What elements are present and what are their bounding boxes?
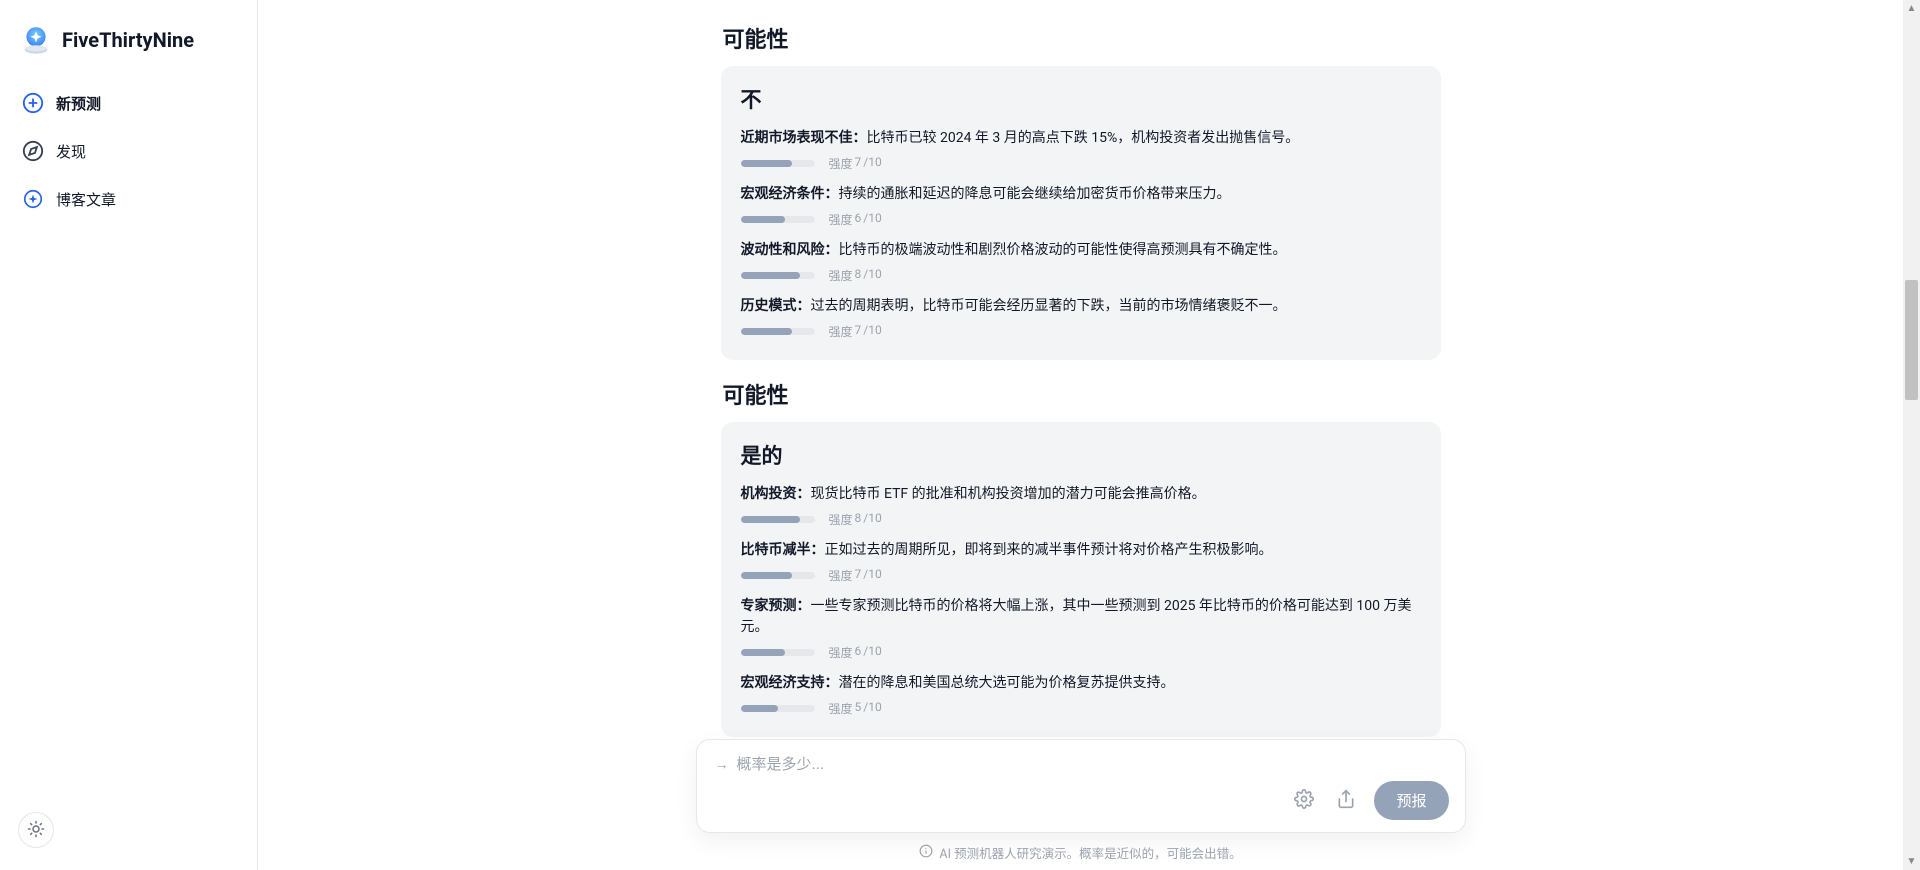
sidebar: FiveThirtyNine 新预测 [0,0,258,870]
strength-bar [741,572,815,579]
sidebar-item-label: 博客文章 [56,189,116,210]
strength-label: 强度8 /10 [829,267,882,284]
argument-text: 历史模式：过去的周期表明，比特币可能会经历显著的下跌，当前的市场情绪褒贬不一。 [741,296,1421,317]
share-icon [1336,789,1356,813]
argument-text: 比特币减半：正如过去的周期所见，即将到来的减半事件预计将对价格产生积极影响。 [741,540,1421,561]
strength-label: 强度5 /10 [829,700,882,717]
argument-text: 波动性和风险：比特币的极端波动性和剧烈价格波动的可能性使得高预测具有不确定性。 [741,240,1421,261]
argument: 历史模式：过去的周期表明，比特币可能会经历显著的下跌，当前的市场情绪褒贬不一。 … [741,296,1421,340]
strength-label: 强度7 /10 [829,323,882,340]
settings-button[interactable] [1290,787,1318,815]
strength-bar [741,705,815,712]
argument: 近期市场表现不佳：比特币已较 2024 年 3 月的高点下跌 15%，机构投资者… [741,128,1421,172]
sidebar-item-label: 新预测 [56,93,101,114]
sidebar-item-new-forecast[interactable]: 新预测 [14,82,243,124]
composer-wrap: → [258,739,1903,870]
section-title-no: 可能性 [723,22,1439,54]
strength-bar [741,272,815,279]
argument-text: 宏观经济条件：持续的通胀和延迟的降息可能会继续给加密货币价格带来压力。 [741,184,1421,205]
main-area: 可能性 不 近期市场表现不佳：比特币已较 2024 年 3 月的高点下跌 15%… [258,0,1903,870]
ai-sparkle-icon [22,188,44,210]
info-icon [919,844,933,862]
compass-icon [22,140,44,162]
brand-logo-icon [20,24,52,56]
sidebar-item-blog[interactable]: 博客文章 [14,178,243,220]
disclaimer-text: AI 预测机器人研究演示。概率是近似的，可能会出错。 [939,843,1241,862]
strength-label: 强度6 /10 [829,644,882,661]
gear-icon [1294,789,1314,813]
card-title-yes: 是的 [741,440,1421,470]
brand-name: FiveThirtyNine [62,28,194,52]
scroll-down-icon[interactable]: ▼ [1903,853,1920,870]
plus-circle-icon [22,92,44,114]
composer: → [696,739,1466,833]
strength-bar [741,328,815,335]
disclaimer: AI 预测机器人研究演示。概率是近似的，可能会出错。 [919,843,1241,862]
strength-bar [741,216,815,223]
strength-bar [741,160,815,167]
share-button[interactable] [1332,787,1360,815]
theme-toggle-button[interactable] [18,812,54,848]
arrow-right-icon: → [715,756,729,773]
scroll-up-icon[interactable]: ▲ [1903,0,1920,17]
scrollbar-thumb[interactable] [1905,280,1918,400]
argument: 比特币减半：正如过去的周期所见，即将到来的减半事件预计将对价格产生积极影响。 强… [741,540,1421,584]
card-no: 不 近期市场表现不佳：比特币已较 2024 年 3 月的高点下跌 15%，机构投… [721,66,1441,360]
argument: 机构投资：现货比特币 ETF 的批准和机构投资增加的潜力可能会推高价格。 强度8… [741,484,1421,528]
argument: 宏观经济支持：潜在的降息和美国总统大选可能为价格复苏提供支持。 强度5 /10 [741,673,1421,717]
card-title-no: 不 [741,84,1421,114]
strength-label: 强度6 /10 [829,211,882,228]
argument-text: 机构投资：现货比特币 ETF 的批准和机构投资增加的潜力可能会推高价格。 [741,484,1421,505]
window-scrollbar[interactable]: ▲ ▼ [1903,0,1920,870]
sun-icon [27,820,45,841]
strength-bar [741,649,815,656]
strength-label: 强度8 /10 [829,511,882,528]
sidebar-item-label: 发现 [56,141,86,162]
sidebar-item-discover[interactable]: 发现 [14,130,243,172]
section-title-yes: 可能性 [723,378,1439,410]
card-yes: 是的 机构投资：现货比特币 ETF 的批准和机构投资增加的潜力可能会推高价格。 … [721,422,1441,737]
forecast-button[interactable]: 预报 [1374,781,1448,820]
argument-text: 宏观经济支持：潜在的降息和美国总统大选可能为价格复苏提供支持。 [741,673,1421,694]
brand[interactable]: FiveThirtyNine [14,18,243,64]
prompt-input[interactable] [737,756,1447,773]
content: 可能性 不 近期市场表现不佳：比特币已较 2024 年 3 月的高点下跌 15%… [721,0,1441,730]
argument: 宏观经济条件：持续的通胀和延迟的降息可能会继续给加密货币价格带来压力。 强度6 … [741,184,1421,228]
sidebar-nav: 新预测 发现 博客文章 [14,82,243,220]
argument-text: 近期市场表现不佳：比特币已较 2024 年 3 月的高点下跌 15%，机构投资者… [741,128,1421,149]
argument-text: 专家预测：一些专家预测比特币的价格将大幅上涨，其中一些预测到 2025 年比特币… [741,596,1421,638]
strength-label: 强度7 /10 [829,155,882,172]
argument: 专家预测：一些专家预测比特币的价格将大幅上涨，其中一些预测到 2025 年比特币… [741,596,1421,661]
strength-label: 强度7 /10 [829,567,882,584]
strength-bar [741,516,815,523]
argument: 波动性和风险：比特币的极端波动性和剧烈价格波动的可能性使得高预测具有不确定性。 … [741,240,1421,284]
